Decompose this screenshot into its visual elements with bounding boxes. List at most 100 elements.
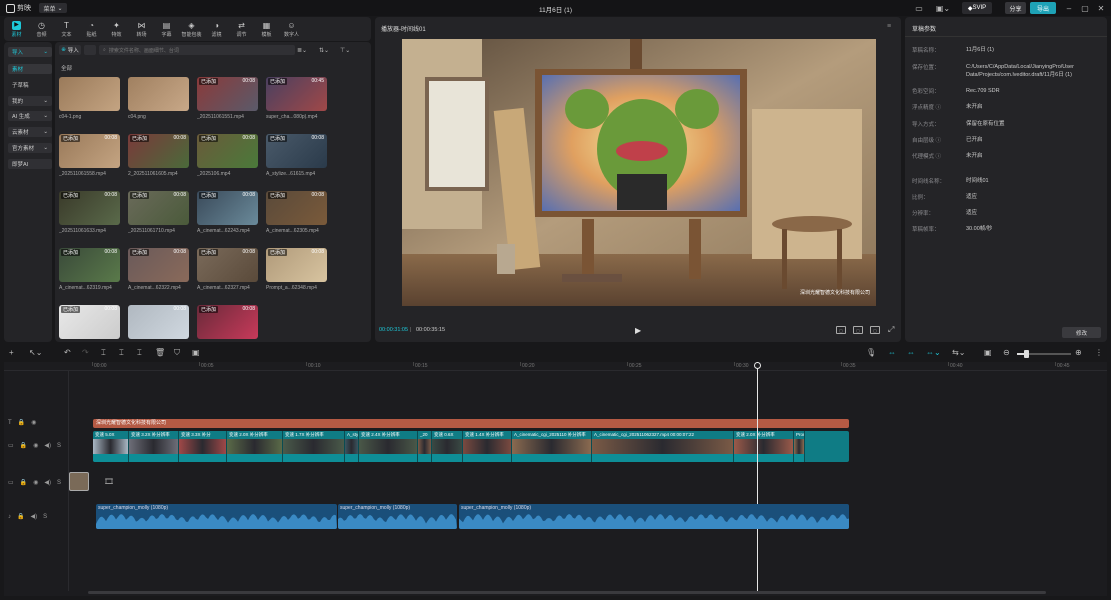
media-thumbnail[interactable]: 已添加 00:08 [197, 77, 258, 111]
tab-8[interactable]: ◈ 智能包装 [179, 17, 204, 41]
player-menu-icon[interactable]: ≡ [887, 23, 891, 30]
ratio-icon[interactable]: ▢ [853, 326, 863, 334]
media-thumbnail[interactable]: 已添加 00:08 [128, 248, 189, 282]
screenshot-icon[interactable]: ▢ [870, 326, 880, 334]
playhead[interactable] [757, 362, 758, 594]
sidebar-item-5[interactable]: AI 生成 ⌄ [8, 111, 52, 121]
media-thumbnail[interactable] [59, 77, 120, 111]
media-thumbnail[interactable] [128, 77, 189, 111]
media-thumbnail[interactable]: 已添加 00:08 [266, 248, 327, 282]
volume-icon[interactable]: ◀) [44, 442, 51, 449]
sort-icon[interactable]: ⇅⌄ [319, 45, 329, 55]
maximize-icon[interactable]: ▢ [1080, 2, 1090, 14]
sidebar-item-8[interactable]: 即梦AI [8, 159, 52, 169]
marker-icon[interactable]: ▣ [192, 348, 200, 358]
undo-icon[interactable]: ↶ [64, 348, 71, 358]
delete-icon[interactable]: 🗑 [155, 348, 165, 358]
video-clip[interactable]: 变速 3.2X 补分辨率 [129, 431, 179, 462]
media-thumbnail[interactable]: 已添加 00:08 [59, 248, 120, 282]
lock-icon[interactable]: 🔒 [18, 419, 25, 426]
tab-5[interactable]: ✦ 特效 [104, 17, 129, 41]
tab-2[interactable]: ◷ 音频 [29, 17, 54, 41]
tab-1[interactable]: ▶ 素材 [4, 17, 29, 41]
tab-4[interactable]: ◔ 贴纸 [79, 17, 104, 41]
filter-icon[interactable]: ≣⌄ [297, 45, 307, 55]
sidebar-item-4[interactable]: 我的 ⌄ [8, 96, 52, 106]
more-options-icon[interactable]: ⋮ [1095, 348, 1103, 358]
sidebar-item-1[interactable]: 导入 ⌄ [8, 47, 52, 57]
media-thumbnail[interactable]: 已添加 00:08 [197, 134, 258, 168]
audio-clip[interactable]: super_champion_molly (1080p) [96, 504, 337, 529]
video-clip[interactable]: 变速 2.0X 补分辨率 [734, 431, 794, 462]
mute-icon[interactable]: S [43, 514, 47, 520]
tab-10[interactable]: ⇄ 调节 [229, 17, 254, 41]
tab-9[interactable]: ◑ 滤镜 [204, 17, 229, 41]
screen-settings-icon[interactable]: ▣⌄ [930, 2, 956, 14]
track-options-icon[interactable]: ⇆⌄ [952, 348, 965, 358]
eye-icon[interactable]: ◉ [33, 442, 38, 449]
sidebar-item-2[interactable]: 素材 [8, 64, 52, 74]
mute-icon[interactable]: S [57, 480, 61, 486]
audio-clip[interactable]: super_champion_molly (1080p) [459, 504, 849, 529]
volume-icon[interactable]: ◀) [44, 479, 51, 486]
video-clip[interactable]: 变速 2.4X 补分辨率 [359, 431, 418, 462]
add-track-icon[interactable]: + [9, 348, 14, 358]
shield-icon[interactable]: ⛉ [174, 348, 180, 358]
close-icon[interactable]: ✕ [1096, 2, 1106, 14]
view-toggle-icon[interactable] [84, 45, 96, 55]
video-clip[interactable]: A_cinematic_cgi_202511062327.mp4 00:00:0… [592, 431, 734, 462]
tab-11[interactable]: ▦ 模板 [254, 17, 279, 41]
media-thumbnail[interactable]: 已添加 00:08 [59, 191, 120, 225]
search-input[interactable]: ⌕ 搜索文件名称、画面细节、台词 [99, 45, 295, 55]
media-thumbnail[interactable]: 已添加 00:08 [197, 305, 258, 339]
layout-icon[interactable]: ▭ [912, 2, 926, 14]
tab-12[interactable]: ☺ 数字人 [279, 17, 304, 41]
lock-icon[interactable]: 🔒 [17, 513, 24, 520]
lock-icon[interactable]: 🔒 [20, 479, 27, 486]
eye-icon[interactable]: ◉ [31, 419, 36, 426]
redo-icon[interactable]: ↷ [82, 348, 89, 358]
video-clip[interactable]: 变速 5.0X [93, 431, 129, 462]
edit-button[interactable]: 修改 [1062, 327, 1101, 338]
video-clip[interactable]: A_cinematic_cgi_2025110 补分辨率 [512, 431, 592, 462]
video-preview[interactable]: 深圳光耀智德文化科技有限公司 [402, 39, 876, 306]
mute-icon[interactable]: S [57, 443, 61, 449]
tab-3[interactable]: T 文本 [54, 17, 79, 41]
media-thumbnail[interactable]: 已添加 00:45 [266, 77, 327, 111]
play-button[interactable]: ▶ [635, 326, 641, 335]
video-clip[interactable]: 变速 2.0X 补分辨率 [227, 431, 283, 462]
sidebar-item-6[interactable]: 云素材 ⌄ [8, 127, 52, 137]
media-thumbnail[interactable]: 已添加 00:08 [197, 248, 258, 282]
fit-view-icon[interactable]: ▢ [836, 326, 846, 334]
video-clip[interactable]: Pron [794, 431, 805, 462]
split-left-icon[interactable]: ⌶ [119, 348, 124, 358]
zoom-in-icon[interactable]: ⊕ [1075, 348, 1082, 358]
lock-icon[interactable]: 🔒 [20, 442, 27, 449]
film-icon[interactable]: 🎞 [104, 477, 114, 486]
media-thumbnail[interactable]: 已添加 00:08 [59, 134, 120, 168]
video-clip[interactable]: 变速 3.3X 补分 [179, 431, 227, 462]
select-tool-icon[interactable]: ↖⌄ [29, 348, 42, 358]
media-thumbnail[interactable]: 已添加 00:08 [128, 134, 189, 168]
fullscreen-icon[interactable]: ⤢ [888, 325, 894, 335]
svip-button[interactable]: ◆ SVIP [962, 2, 992, 14]
microphone-icon[interactable]: 🎙 [866, 348, 876, 358]
sidebar-item-7[interactable]: 官方素材 ⌄ [8, 143, 52, 153]
zoom-slider-handle[interactable] [1024, 350, 1029, 358]
split-right-icon[interactable]: ⌶ [137, 348, 142, 358]
playhead-handle[interactable] [754, 362, 761, 369]
time-ruler[interactable]: 00:00 00:05 00:10 00:15 00:20 00:25 00:30 00:35… [4, 362, 1107, 371]
main-video-track[interactable]: 变速 5.0X 变速 3.2X 补分辨率 变速 3.3X 补分 变速 2.0X 补分辨… [93, 431, 849, 462]
video-clip[interactable]: 变速 1.4X 补分辨率 [463, 431, 512, 462]
video-clip[interactable]: 变速 1.7X 补分辨率 [283, 431, 345, 462]
preview-axis-icon[interactable]: ⇔⌄ [926, 348, 941, 358]
media-thumbnail[interactable]: 00:08 [128, 305, 189, 339]
share-button[interactable]: 分享 [1005, 2, 1026, 14]
cover-thumbnail[interactable] [69, 472, 89, 491]
zoom-out-icon[interactable]: ⊖ [1003, 348, 1010, 358]
tab-6[interactable]: ⋈ 转场 [129, 17, 154, 41]
volume-icon[interactable]: ◀) [30, 513, 37, 520]
media-thumbnail[interactable]: 已添加 00:08 [197, 191, 258, 225]
funnel-icon[interactable]: ⊤⌄ [340, 45, 350, 55]
audio-clip[interactable]: super_champion_molly (1080p) [338, 504, 457, 529]
